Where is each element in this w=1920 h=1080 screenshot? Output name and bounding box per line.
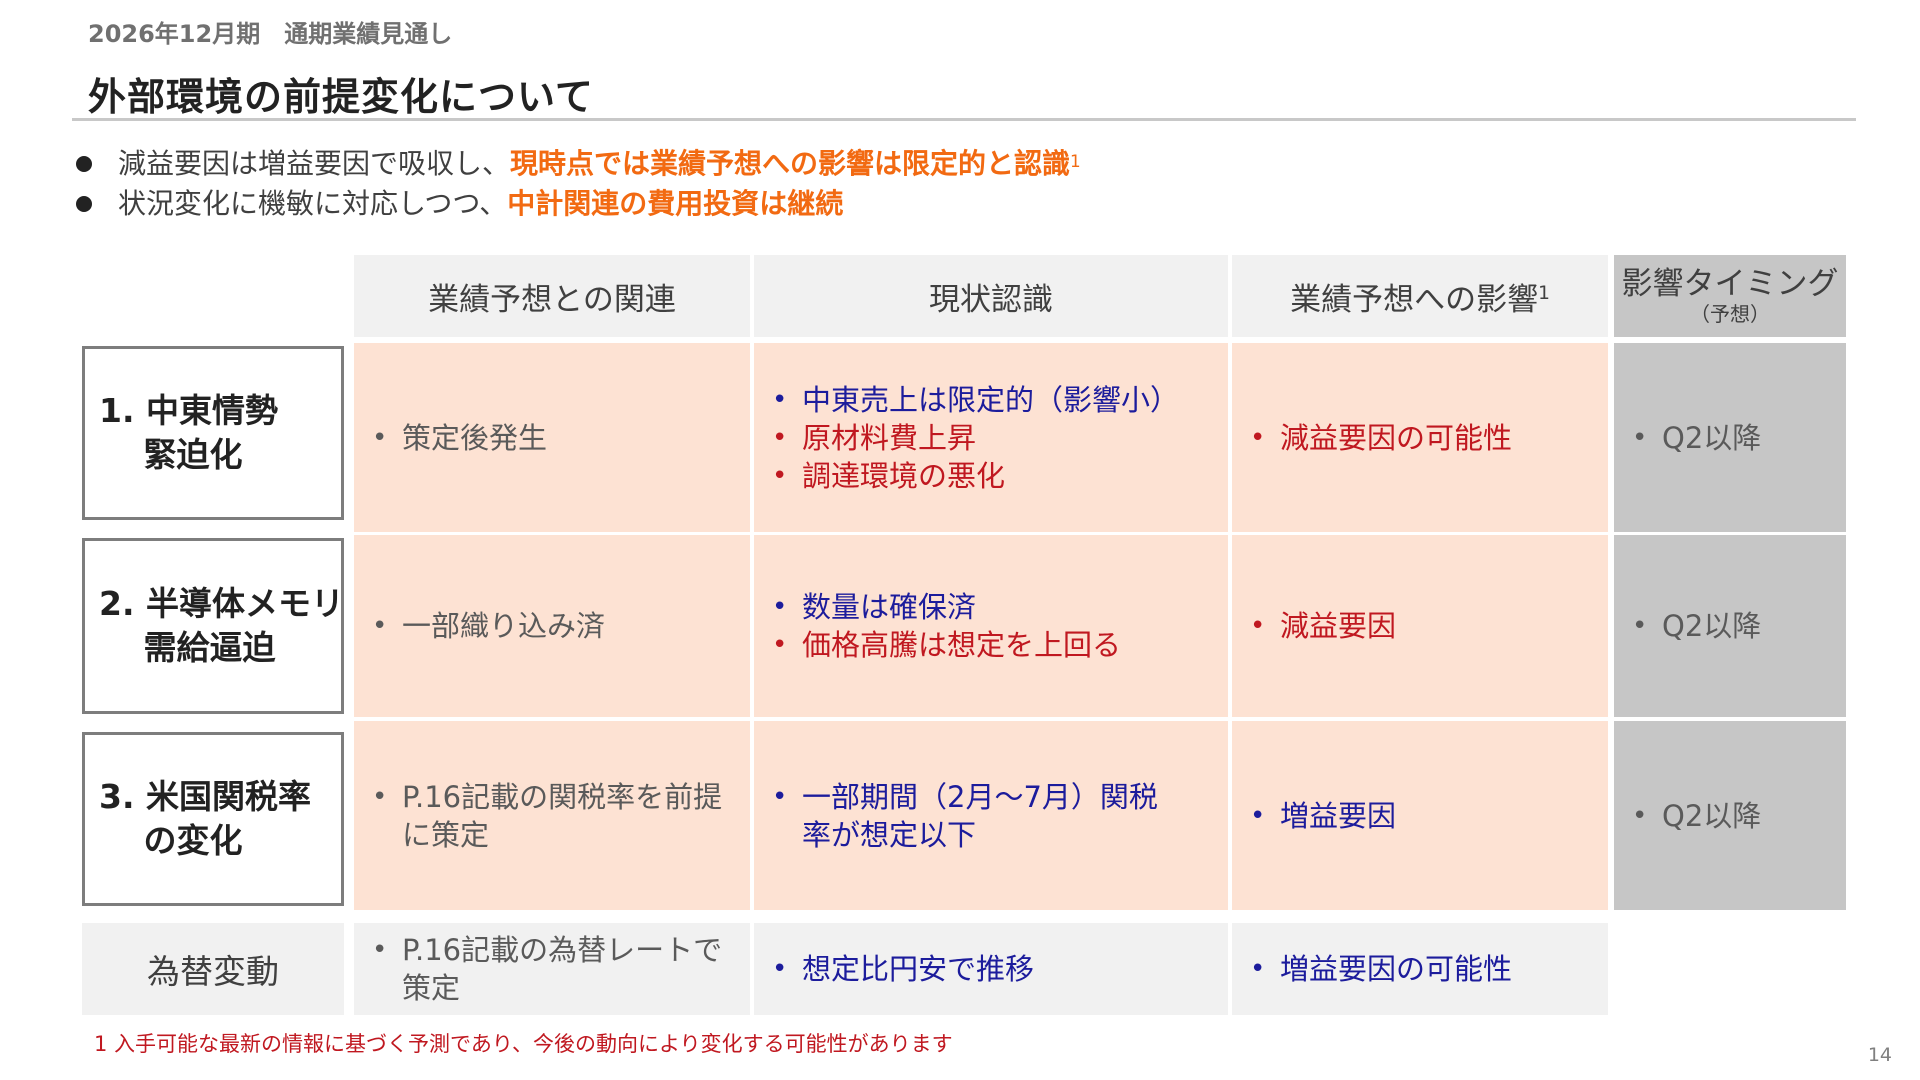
header-status-label: 現状認識	[929, 281, 1053, 318]
footnote-marker: 1	[1538, 282, 1550, 304]
cell-impact: 減益要因	[1232, 535, 1608, 717]
cell-relation: P.16記載の関税率を前提 に策定	[354, 721, 750, 910]
row-label-text: 3. 米国関税率 の変化	[99, 777, 311, 860]
status-item: 数量は確保済	[772, 588, 1121, 626]
footnote: 1 入手可能な最新の情報に基づく予測であり、今後の動向により変化する可能性があり…	[94, 1032, 953, 1056]
status-item: 調達環境の悪化	[772, 457, 1179, 495]
page-title: 外部環境の前提変化について	[88, 75, 594, 119]
page-number: 14	[1867, 1044, 1892, 1066]
bullet-dot-icon	[76, 155, 92, 172]
status-item: 中東売上は限定的（影響小）	[772, 381, 1179, 419]
summary-bullet: 状況変化に機敏に対応しつつ、中計関連の費用投資は継続	[72, 184, 1081, 224]
cell-status: 中東売上は限定的（影響小） 原材料費上昇 調達環境の悪化	[754, 343, 1228, 532]
impact-item: 減益要因の可能性	[1250, 419, 1512, 457]
summary-bullet: 減益要因は増益要因で吸収し、現時点では業績予想への影響は限定的と認識1	[72, 144, 1081, 184]
report-period-label: 2026年12月期 通期業績見通し	[88, 20, 453, 48]
summary-bullets: 減益要因は増益要因で吸収し、現時点では業績予想への影響は限定的と認識1 状況変化…	[72, 144, 1081, 224]
row-label-middle-east: 1. 中東情勢 緊迫化	[82, 346, 344, 520]
footnote-marker: 1	[1070, 151, 1081, 171]
summary-bullet-text: 減益要因は増益要因で吸収し、	[118, 147, 511, 180]
cell-timing: Q2以降	[1614, 343, 1846, 532]
header-timing-sublabel: （予想）	[1690, 302, 1770, 326]
impact-item: 増益要因	[1250, 797, 1396, 835]
impact-item: 増益要因の可能性	[1250, 950, 1512, 988]
header-impact-label: 業績予想への影響	[1290, 281, 1539, 318]
bullet-dot-icon	[76, 195, 92, 212]
row-label-text: 1. 中東情勢 緊迫化	[99, 391, 278, 474]
row-label-fx: 為替変動	[82, 923, 344, 1015]
status-item: 想定比円安で推移	[772, 950, 1034, 988]
cell-status: 数量は確保済 価格高騰は想定を上回る	[754, 535, 1228, 717]
timing-item: Q2以降	[1632, 797, 1761, 835]
header-relation-label: 業績予想との関連	[428, 281, 676, 318]
cell-status: 一部期間（2月～7月）関税 率が想定以下	[754, 721, 1228, 910]
summary-bullet-highlight: 中計関連の費用投資は継続	[507, 187, 844, 220]
status-item: 一部期間（2月～7月）関税 率が想定以下	[772, 778, 1158, 854]
row-label-memory: 2. 半導体メモリ 需給逼迫	[82, 538, 344, 714]
row-label-text: 2. 半導体メモリ 需給逼迫	[99, 584, 344, 667]
relation-item: P.16記載の関税率を前提 に策定	[372, 778, 722, 854]
header-impact: 業績予想への影響 1	[1232, 255, 1608, 337]
cell-impact: 増益要因の可能性	[1232, 923, 1608, 1015]
timing-item: Q2以降	[1632, 419, 1761, 457]
status-item: 価格高騰は想定を上回る	[772, 626, 1121, 664]
cell-relation: P.16記載の為替レートで 策定	[354, 923, 750, 1015]
cell-relation: 策定後発生	[354, 343, 750, 532]
header-relation: 業績予想との関連	[354, 255, 750, 337]
row-label-text: 為替変動	[147, 952, 279, 991]
header-timing-label: 影響タイミング	[1621, 266, 1839, 302]
cell-impact: 増益要因	[1232, 721, 1608, 910]
cell-timing: Q2以降	[1614, 721, 1846, 910]
header-timing: 影響タイミング （予想）	[1614, 255, 1846, 337]
cell-impact: 減益要因の可能性	[1232, 343, 1608, 532]
timing-item: Q2以降	[1632, 607, 1761, 645]
row-label-tariff: 3. 米国関税率 の変化	[82, 732, 344, 906]
cell-relation: 一部織り込み済	[354, 535, 750, 717]
header-status: 現状認識	[754, 255, 1228, 337]
impact-item: 減益要因	[1250, 607, 1396, 645]
relation-item: P.16記載の為替レートで 策定	[372, 931, 722, 1007]
summary-bullet-text: 状況変化に機敏に対応しつつ、	[118, 187, 508, 220]
cell-timing: Q2以降	[1614, 535, 1846, 717]
status-item: 原材料費上昇	[772, 419, 1179, 457]
title-divider	[72, 118, 1856, 121]
summary-bullet-highlight: 現時点では業績予想への影響は限定的と認識	[510, 147, 1071, 180]
relation-item: 策定後発生	[372, 419, 547, 457]
relation-item: 一部織り込み済	[372, 607, 605, 645]
cell-status: 想定比円安で推移	[754, 923, 1228, 1015]
